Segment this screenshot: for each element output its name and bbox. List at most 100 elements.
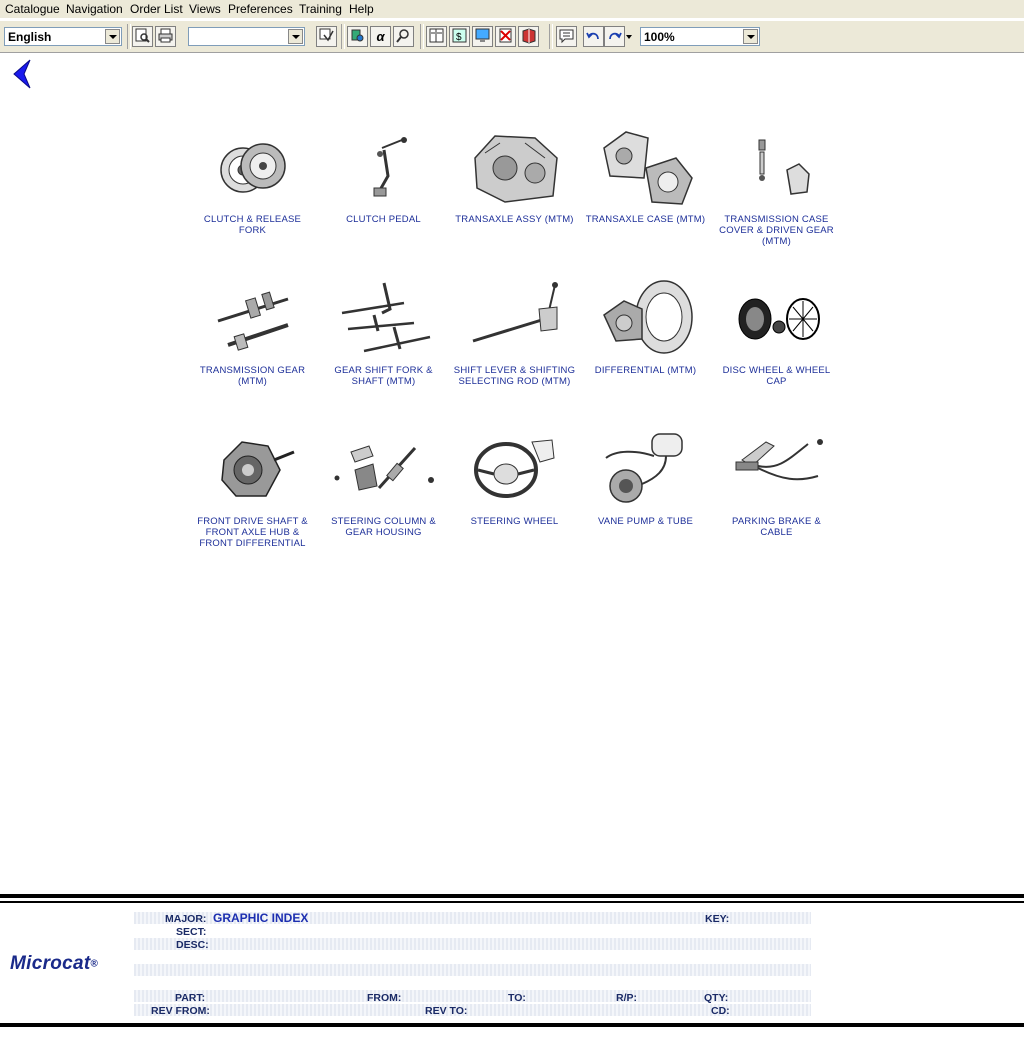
search-icon[interactable] [393,26,414,47]
notes-icon[interactable] [556,26,577,47]
graphic-item-label: DISC WHEEL & WHEEL CAP [722,365,831,387]
menu-views[interactable]: Views [189,2,221,16]
registered-mark: ® [90,958,99,970]
shift-lever-icon [472,282,558,343]
menu-preferences[interactable]: Preferences [228,2,293,16]
steering-wheel-icon [473,439,555,498]
graphic-item-steering-wheel[interactable]: STEERING WHEEL [449,430,580,527]
graphic-item-label: FRONT DRIVE SHAFT & FRONT AXLE HUB & FRO… [197,516,308,549]
transmission-gear-icon [217,291,289,351]
graphic-item-transaxle-case[interactable]: TRANSAXLE CASE (MTM) [580,128,711,225]
graphic-item-label: DIFFERENTIAL (MTM) [594,365,697,376]
graphic-item-label: CLUTCH PEDAL [346,214,421,225]
back-arrow-icon[interactable] [10,58,34,90]
graphic-item-label: TRANSMISSION GEAR (MTM) [199,365,306,387]
microcat-logo: Microcat® [10,953,98,975]
differential-icon [602,280,693,354]
alpha-search-icon[interactable]: α [370,26,391,47]
toolbar-separator [127,24,131,49]
transaxle-assy-icon [473,135,558,203]
menu-order-list[interactable]: Order List [130,2,183,16]
graphic-item-shift-lever[interactable]: SHIFT LEVER & SHIFTING SELECTING ROD (MT… [449,279,580,387]
graphic-item-label: PARKING BRAKE & CABLE [732,516,821,538]
graphic-item-label: TRANSMISSION CASE COVER & DRIVEN GEAR (M… [719,214,834,247]
language-select[interactable]: English [4,27,122,46]
delete-icon[interactable] [495,26,516,47]
graphic-item-parking-brake[interactable]: PARKING BRAKE & CABLE [711,430,842,538]
rp-label: R/P: [616,992,637,1004]
filter-select[interactable] [188,27,305,46]
svg-text:$: $ [456,32,462,43]
clutch-icon [219,143,286,193]
sect-label: SECT: [176,926,207,938]
major-label: MAJOR: [165,913,207,925]
undo-icon[interactable] [583,26,604,47]
footer-stripe [134,1004,811,1016]
menu-catalogue[interactable]: Catalogue [5,2,60,16]
graphic-item-differential[interactable]: DIFFERENTIAL (MTM) [580,279,711,376]
disc-wheel-icon [738,298,820,340]
footer-bottom-divider [0,1023,1024,1027]
menu-navigation[interactable]: Navigation [66,2,123,16]
graphic-item-gear-shift-fork[interactable]: GEAR SHIFT FORK & SHAFT (MTM) [318,279,449,387]
qty-label: QTY: [704,992,729,1004]
footer-divider [0,894,1024,898]
key-label: KEY: [705,913,730,925]
front-drive-shaft-icon [220,441,295,497]
graphic-item-clutch-pedal[interactable]: CLUTCH PEDAL [318,128,449,225]
toolbar: English α $ 100% [0,20,1024,53]
graphic-item-label: STEERING COLUMN & GEAR HOUSING [331,516,436,538]
graphic-item-vane-pump[interactable]: VANE PUMP & TUBE [580,430,711,527]
graphic-item-label: VANE PUMP & TUBE [597,516,694,527]
logo-text: Microcat [10,953,91,974]
print-icon[interactable] [155,26,176,47]
part-label: PART: [175,992,206,1004]
price-list-icon[interactable]: $ [449,26,470,47]
redo-dropdown-icon[interactable] [626,35,632,39]
from-label: FROM: [367,992,402,1004]
menu-bar: Catalogue Navigation Order List Views Pr… [0,0,1024,18]
clutch-pedal-icon [373,137,407,197]
vehicle-search-icon[interactable] [347,26,368,47]
graphic-item-label: CLUTCH & RELEASE FORK [203,214,302,236]
graphic-item-label: STEERING WHEEL [470,516,559,527]
menu-training[interactable]: Training [299,2,342,16]
zoom-value: 100% [644,30,675,44]
graphic-item-label: SHIFT LEVER & SHIFTING SELECTING ROD (MT… [453,365,576,387]
gear-shift-fork-icon [341,282,430,353]
transaxle-case-icon [602,131,693,205]
to-label: TO: [508,992,526,1004]
chevron-down-icon[interactable] [105,29,120,44]
graphic-item-clutch[interactable]: CLUTCH & RELEASE FORK [187,128,318,236]
chevron-down-icon[interactable] [743,29,758,44]
select-parts-icon[interactable] [316,26,337,47]
monitor-icon[interactable] [472,26,493,47]
vane-pump-icon [604,433,683,503]
cd-label: CD: [711,1005,730,1017]
footer-stripe [134,938,811,950]
rev-to-label: REV TO: [425,1005,468,1017]
rev-from-label: REV FROM: [151,1005,210,1017]
menu-help[interactable]: Help [349,2,374,16]
desc-label: DESC: [176,939,209,951]
footer-stripe [134,964,811,976]
toolbar-separator [549,24,553,49]
book-icon[interactable] [518,26,539,47]
footer-divider [0,901,1024,903]
language-value: English [8,30,52,44]
graphic-item-label: GEAR SHIFT FORK & SHAFT (MTM) [334,365,433,387]
graphic-item-transmission-case-cover[interactable]: TRANSMISSION CASE COVER & DRIVEN GEAR (M… [711,128,842,247]
graphic-item-transaxle-assy[interactable]: TRANSAXLE ASSY (MTM) [449,128,580,225]
graphic-item-front-drive-shaft[interactable]: FRONT DRIVE SHAFT & FRONT AXLE HUB & FRO… [187,430,318,549]
columns-icon[interactable] [426,26,447,47]
redo-icon[interactable] [604,26,625,47]
graphic-item-label: TRANSAXLE ASSY (MTM) [455,214,574,225]
graphic-item-steering-column[interactable]: STEERING COLUMN & GEAR HOUSING [318,430,449,538]
graphic-item-disc-wheel[interactable]: DISC WHEEL & WHEEL CAP [711,279,842,387]
zoom-select[interactable]: 100% [640,27,760,46]
print-preview-icon[interactable] [132,26,153,47]
chevron-down-icon[interactable] [288,29,303,44]
parking-brake-icon [735,439,823,481]
graphic-item-transmission-gear[interactable]: TRANSMISSION GEAR (MTM) [187,279,318,387]
toolbar-separator [341,24,345,49]
